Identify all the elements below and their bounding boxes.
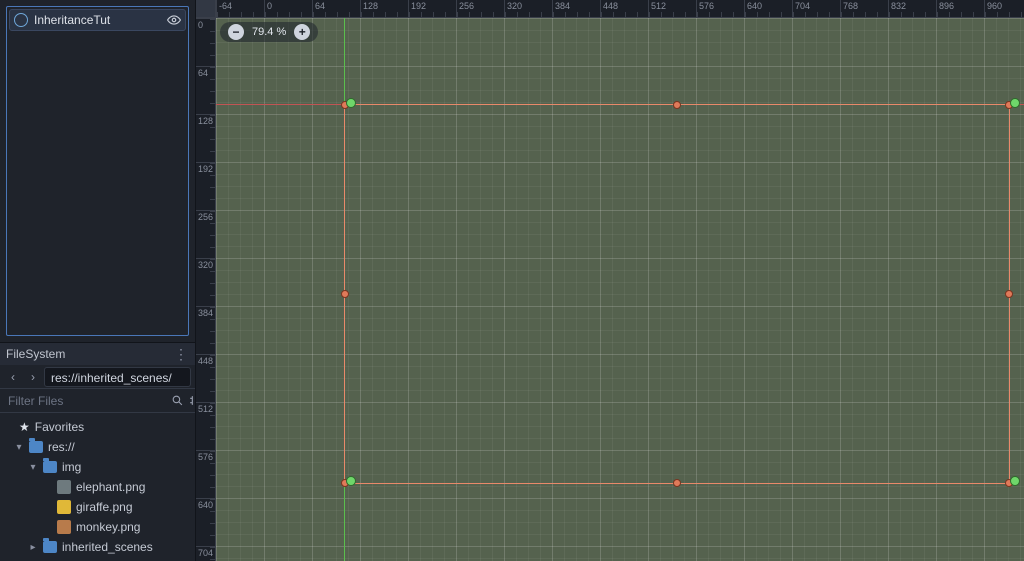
file-thumbnail — [57, 480, 71, 494]
canvas-grid[interactable] — [216, 18, 1024, 561]
folder-row[interactable]: ▾ img — [0, 457, 195, 477]
resize-handle-bottom-left[interactable] — [341, 479, 349, 487]
folder-icon — [43, 541, 57, 553]
viewport-2d[interactable]: -640641281922563203844485125766407047688… — [196, 0, 1024, 561]
folder-icon — [43, 461, 57, 473]
tree-item-label: elephant.png — [76, 480, 145, 494]
file-row[interactable]: monkey.png — [0, 517, 195, 537]
zoom-controls: − 79.4 % + — [220, 22, 318, 42]
tree-item-label: monkey.png — [76, 520, 140, 534]
resize-handle-top-right[interactable] — [1005, 101, 1013, 109]
disclosure-icon[interactable]: ▸ — [28, 542, 38, 553]
star-icon: ★ — [19, 420, 30, 434]
disclosure-icon[interactable]: ▾ — [28, 462, 38, 473]
scene-root-node-label: InheritanceTut — [34, 13, 161, 27]
search-icon[interactable] — [171, 392, 184, 410]
nav-back-button[interactable]: ‹ — [4, 368, 22, 386]
favorites-label: Favorites — [35, 420, 84, 434]
tree-item-label: img — [62, 460, 81, 474]
resize-handle-bottom-right[interactable] — [1005, 479, 1013, 487]
visibility-toggle-icon[interactable] — [167, 13, 181, 27]
scene-root-node[interactable]: InheritanceTut — [9, 9, 186, 31]
disclosure-icon[interactable]: ▾ — [14, 442, 24, 453]
resize-handle-bottom[interactable] — [673, 479, 681, 487]
filesystem-tree: ★ Favorites ▾ res:// ▾ img elephant.png giraf… — [0, 413, 195, 561]
zoom-out-button[interactable]: − — [228, 24, 244, 40]
path-field[interactable]: res://inherited_scenes/ — [44, 367, 191, 387]
folder-icon — [29, 441, 43, 453]
resize-handle-right[interactable] — [1005, 290, 1013, 298]
resize-handle-left[interactable] — [341, 290, 349, 298]
ruler-horizontal: -640641281922563203844485125766407047688… — [216, 0, 1024, 18]
resize-handle-top-left[interactable] — [341, 101, 349, 109]
selection-rect[interactable] — [344, 104, 1010, 484]
scene-tree-panel: InheritanceTut — [0, 0, 195, 342]
filter-files-input[interactable] — [4, 391, 167, 411]
tree-item-label: giraffe.png — [76, 500, 133, 514]
folder-row[interactable]: ▸ inherited_scenes — [0, 537, 195, 557]
zoom-level-label: 79.4 % — [252, 26, 286, 38]
node-type-icon — [14, 13, 28, 27]
zoom-in-button[interactable]: + — [294, 24, 310, 40]
tree-item-label: res:// — [48, 440, 75, 454]
file-thumbnail — [57, 520, 71, 534]
file-row[interactable]: giraffe.png — [0, 497, 195, 517]
tree-item-label: inherited_scenes — [62, 540, 153, 554]
folder-row[interactable]: ▾ res:// — [0, 437, 195, 457]
panel-menu-icon[interactable]: ⋮ — [174, 346, 189, 363]
resize-handle-top[interactable] — [673, 101, 681, 109]
ruler-vertical: 064128192256320384448512576640704 — [196, 18, 216, 561]
filesystem-panel: FileSystem ⋮ ‹ › res://inherited_scenes/… — [0, 342, 195, 561]
ruler-corner — [196, 0, 216, 18]
nav-forward-button[interactable]: › — [24, 368, 42, 386]
filesystem-title: FileSystem — [6, 347, 65, 361]
favorites-row[interactable]: ★ Favorites — [0, 417, 195, 437]
file-row[interactable]: elephant.png — [0, 477, 195, 497]
file-thumbnail — [57, 500, 71, 514]
